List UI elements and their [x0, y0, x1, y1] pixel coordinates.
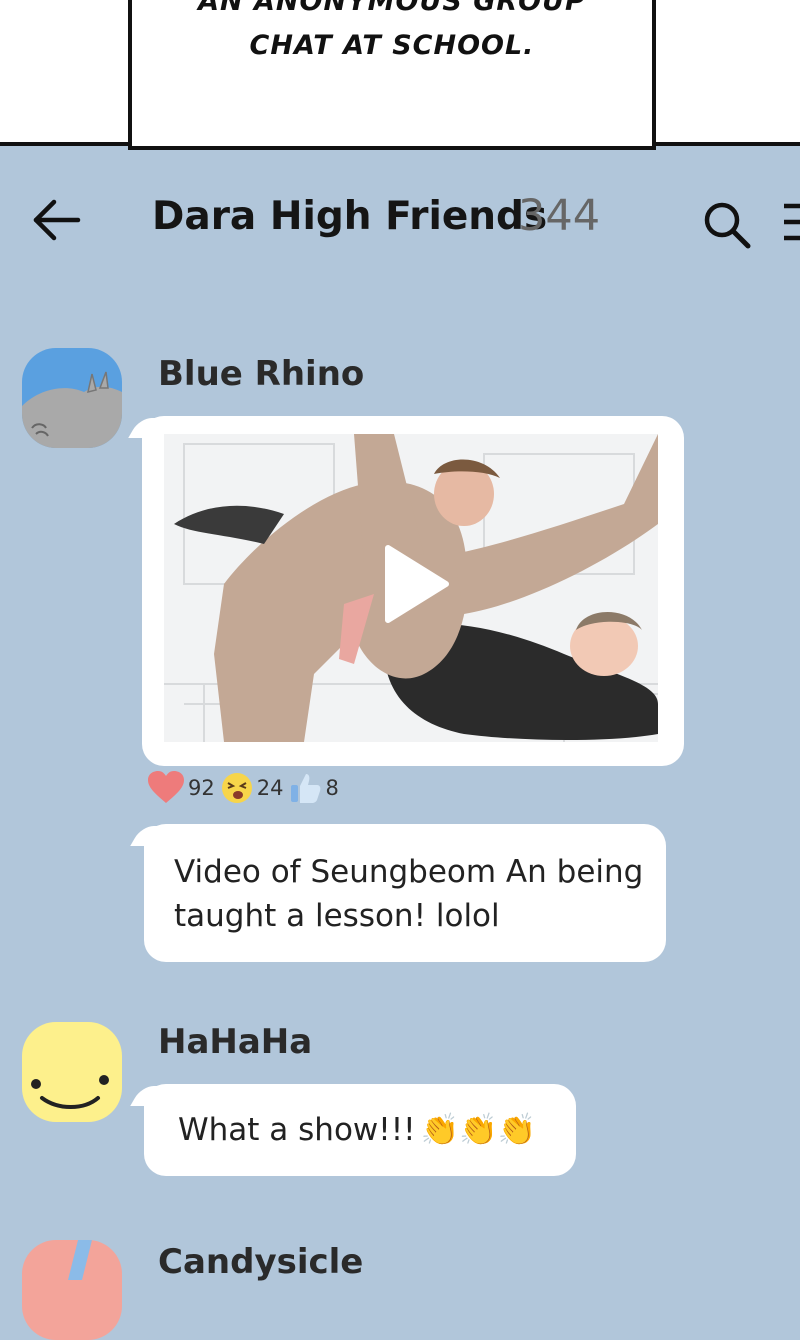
reaction-count: 92: [188, 776, 215, 800]
hamburger-menu-icon: [784, 203, 800, 241]
reaction-heart[interactable]: 92: [148, 771, 215, 805]
avatar-hahaha[interactable]: [22, 1022, 122, 1122]
reaction-thumbs-up[interactable]: 8: [289, 772, 339, 804]
chat-title: Dara High Friends: [152, 194, 548, 239]
text-message-bubble: Video of Seungbeom An being taught a les…: [144, 824, 666, 962]
laughing-face-icon: [221, 773, 252, 803]
message-text: What a show!!!: [178, 1112, 416, 1148]
search-icon: [704, 202, 751, 249]
message-text: Video of Seungbeom An being taught a les…: [174, 854, 644, 934]
reaction-laugh[interactable]: 24: [221, 772, 284, 804]
video-message-bubble: [142, 416, 684, 766]
thumbs-up-icon: [291, 774, 321, 803]
caption-line-2: CHAT AT SCHOOL.: [249, 30, 535, 61]
avatar-candysicle[interactable]: [22, 1240, 122, 1340]
reactions-bar: 92 24 8: [148, 768, 345, 808]
smiley-avatar-icon: [22, 1022, 122, 1122]
arrow-left-icon: [33, 199, 81, 241]
clapping-hands-icon: 👏👏👏: [420, 1112, 537, 1148]
reaction-count: 24: [256, 776, 284, 800]
caption-line-1: AN ANONYMOUS GROUP: [198, 0, 586, 17]
play-button[interactable]: [380, 544, 450, 624]
play-icon: [385, 545, 449, 623]
menu-button[interactable]: [780, 202, 800, 246]
sender-name: HaHaHa: [158, 1022, 313, 1062]
video-thumbnail[interactable]: [164, 434, 658, 742]
avatar-blue-rhino[interactable]: [22, 348, 122, 448]
text-message-bubble: What a show!!! 👏👏👏: [144, 1084, 576, 1176]
search-button[interactable]: [700, 198, 754, 252]
heart-icon: [148, 771, 184, 803]
sender-name: Candysicle: [158, 1242, 364, 1282]
reaction-count: 8: [325, 776, 339, 800]
chat-header: Dara High Friends 344: [0, 180, 800, 260]
rhino-avatar-icon: [22, 348, 122, 448]
member-count: 344: [518, 191, 601, 241]
back-button[interactable]: [30, 198, 82, 242]
caption-box: AN ANONYMOUS GROUP CHAT AT SCHOOL.: [128, 0, 656, 150]
sender-name: Blue Rhino: [158, 354, 365, 394]
candy-avatar-icon: [22, 1240, 122, 1340]
